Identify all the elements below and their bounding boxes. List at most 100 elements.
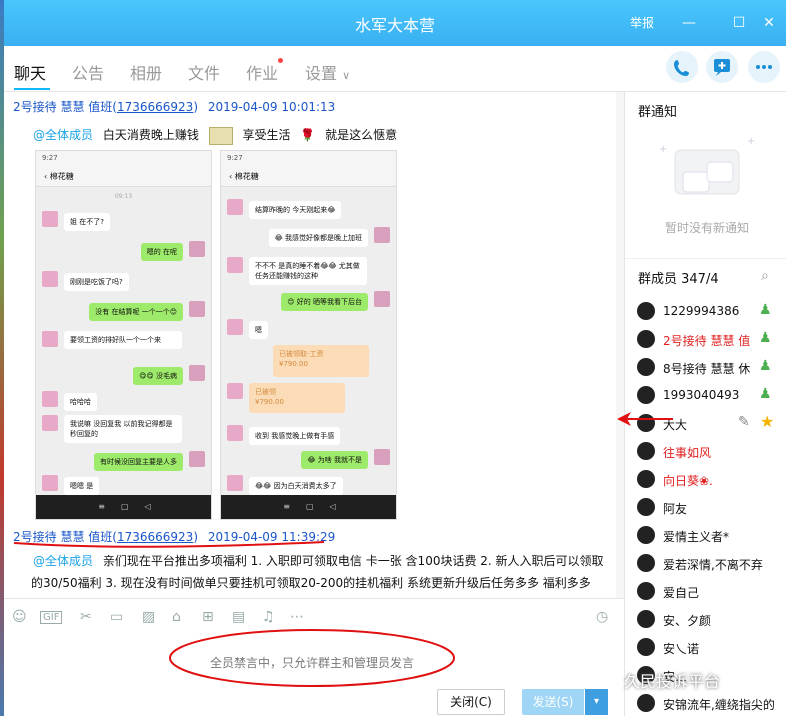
sender-name[interactable]: 2号接待 慧慧 值班( bbox=[13, 100, 117, 114]
member-name: 阿友 bbox=[663, 502, 688, 516]
tab-announcement[interactable]: 公告 bbox=[72, 60, 104, 84]
tab-files[interactable]: 文件 bbox=[188, 60, 220, 84]
avatar bbox=[374, 291, 390, 307]
report-link[interactable]: 举报 bbox=[630, 14, 654, 31]
member-avatar bbox=[637, 694, 655, 712]
avatar bbox=[42, 415, 58, 431]
chat-bubble: 有时候没回复主要是人多 bbox=[94, 453, 183, 471]
history-icon[interactable]: ◷ bbox=[596, 609, 608, 625]
message-text-line: @全体成员 白天消费晚上赚钱 享受生活 🌹 就是这么惬意 bbox=[33, 126, 397, 145]
member-avatar bbox=[637, 302, 655, 320]
tab-settings[interactable]: 设置 ∨ bbox=[305, 60, 350, 84]
more-icon[interactable]: ⋯ bbox=[290, 609, 304, 625]
maximize-button[interactable]: ☐ bbox=[726, 10, 752, 36]
avatar bbox=[374, 227, 390, 243]
tab-bar: 聊天 公告 相册 文件 作业 设置 ∨ bbox=[4, 46, 786, 92]
chat-bubble: 嗯 bbox=[249, 321, 268, 339]
gif-icon[interactable]: GIF bbox=[40, 611, 63, 624]
svg-text:+: + bbox=[659, 144, 667, 155]
add-message-button[interactable] bbox=[706, 51, 738, 83]
tab-album[interactable]: 相册 bbox=[130, 60, 162, 84]
message-sender-line: 2号接待 慧慧 值班(1736666923) 2019-04-09 10:01:… bbox=[13, 98, 335, 115]
member-row[interactable]: 安乀诺 bbox=[637, 636, 786, 660]
title-bar[interactable]: 水军大本营 举报 — ☐ ✕ bbox=[4, 0, 786, 46]
present-icon[interactable]: ⊞ bbox=[202, 609, 214, 625]
member-name: 安乀诺 bbox=[663, 642, 700, 656]
send-button[interactable]: 发送(S) bbox=[522, 689, 584, 715]
gift-icon[interactable]: ⌂ bbox=[172, 609, 181, 625]
avatar bbox=[189, 451, 205, 467]
chat-scrollbar[interactable] bbox=[616, 92, 624, 598]
member-row[interactable]: 爱自己 bbox=[637, 580, 786, 604]
bell-icon[interactable]: ♫ bbox=[262, 609, 275, 625]
phone-call-button[interactable] bbox=[666, 51, 698, 83]
member-row[interactable]: 安、夕颜 bbox=[637, 608, 786, 632]
member-row[interactable]: 爱情主义者* bbox=[637, 524, 786, 548]
tab-homework[interactable]: 作业 bbox=[246, 60, 278, 84]
phone-icon bbox=[674, 60, 689, 76]
calendar-icon[interactable]: ▤ bbox=[232, 609, 245, 625]
search-icon[interactable]: ⌕ bbox=[761, 268, 769, 284]
message-text-line: 的30/50福利 3. 现在没有时间做单只要挂机可领取20-200的挂机福利 系… bbox=[31, 574, 591, 591]
red-underline-annotation bbox=[13, 541, 325, 548]
sender-name-close: ) bbox=[193, 100, 198, 114]
chat-screenshot-image[interactable]: 9:27 ‹ 棉花糖 09:13 姐 在不了? 嗯的 在呢 刚刚是吃饭了吗? 没… bbox=[35, 150, 212, 520]
member-name: 1993040493 bbox=[663, 388, 740, 402]
group-notice-title[interactable]: 群通知 bbox=[638, 101, 677, 120]
chat-bubble: 不不不 是真的睡不着😂😂 尤其做任务还能赚钱的这种 bbox=[249, 257, 367, 285]
member-name: 向日葵❀. bbox=[663, 474, 713, 488]
minimize-button[interactable]: — bbox=[676, 10, 702, 36]
message-time: 2019-04-09 10:01:13 bbox=[207, 100, 336, 114]
avatar bbox=[42, 271, 58, 287]
sender-qq-id[interactable]: 1736666923 bbox=[117, 100, 193, 114]
member-avatar bbox=[637, 442, 655, 460]
chat-screenshot-image[interactable]: 9:27 ‹ 棉花糖 结算昨晚的 今天刚起来😂 😂 我感觉好像都是晚上加班 不不… bbox=[220, 150, 397, 520]
avatar bbox=[189, 365, 205, 381]
member-avatar bbox=[637, 554, 655, 572]
money-emoji-icon bbox=[208, 126, 233, 145]
member-row[interactable]: 爱若深情,不离不弃 bbox=[637, 552, 786, 576]
message-text-line: @全体成员 亲们现在平台推出多项福利 1. 入职即可领取电信 卡一张 含100块… bbox=[33, 552, 604, 569]
svg-text:+: + bbox=[747, 136, 755, 147]
avatar bbox=[227, 199, 243, 215]
tab-chat[interactable]: 聊天 bbox=[14, 60, 46, 84]
close-button[interactable]: 关闭(C) bbox=[437, 689, 505, 715]
member-name: 2号接待 慧慧 值 bbox=[663, 334, 751, 348]
image-icon[interactable]: ▨ bbox=[142, 609, 155, 625]
send-options-dropdown[interactable]: ▾ bbox=[584, 689, 608, 715]
tab-settings-label: 设置 bbox=[305, 64, 338, 83]
member-row[interactable]: 1993040493 ♟ bbox=[637, 384, 786, 408]
chat-bubble: 刚刚是吃饭了吗? bbox=[64, 273, 129, 291]
member-row[interactable]: 往事如风 bbox=[637, 440, 786, 464]
member-row[interactable]: 8号接待 慧慧 休 ♟ bbox=[637, 356, 786, 380]
admin-role-icon: ♟ bbox=[759, 302, 772, 318]
member-row[interactable]: 安锦流年,缠绕指尖的 bbox=[637, 692, 786, 716]
member-row[interactable]: 1229994386 ♟ bbox=[637, 300, 786, 324]
notice-empty-text: 暂时没有新通知 bbox=[665, 221, 750, 235]
member-row[interactable]: 向日葵❀. bbox=[637, 468, 786, 492]
member-row[interactable]: 阿友 bbox=[637, 496, 786, 520]
phone-chat-header: ‹ 棉花糖 bbox=[221, 165, 396, 187]
folder-icon[interactable]: ▭ bbox=[110, 609, 123, 625]
member-avatar bbox=[637, 386, 655, 404]
avatar bbox=[374, 449, 390, 465]
member-avatar bbox=[637, 610, 655, 628]
smile-icon[interactable]: ☺ bbox=[12, 609, 27, 625]
scissors-icon[interactable]: ✂ bbox=[80, 609, 92, 625]
star-icon[interactable]: ★ bbox=[760, 412, 774, 431]
close-window-button[interactable]: ✕ bbox=[756, 10, 782, 36]
chat-bubble: 结算昨晚的 今天刚起来😂 bbox=[249, 201, 342, 219]
at-all-mention[interactable]: @全体成员 bbox=[33, 128, 93, 142]
phone-nav-bar: ≡ ▢ ◁ bbox=[221, 495, 396, 519]
member-name: 安锦流年,缠绕指尖的 bbox=[663, 698, 775, 712]
member-name: 爱情主义者* bbox=[663, 530, 730, 544]
message-text: 白天消费晚上赚钱 bbox=[102, 128, 199, 142]
message-text: 享受生活 bbox=[242, 128, 291, 142]
member-row[interactable]: 2号接待 慧慧 值 ♟ bbox=[637, 328, 786, 352]
chat-message-area[interactable]: 2号接待 慧慧 值班(1736666923) 2019-04-09 10:01:… bbox=[4, 92, 624, 598]
avatar bbox=[42, 475, 58, 491]
avatar bbox=[227, 383, 243, 399]
edit-pencil-icon[interactable]: ✎ bbox=[738, 414, 750, 430]
more-options-button[interactable] bbox=[748, 51, 780, 83]
at-all-mention[interactable]: @全体成员 bbox=[33, 554, 93, 568]
